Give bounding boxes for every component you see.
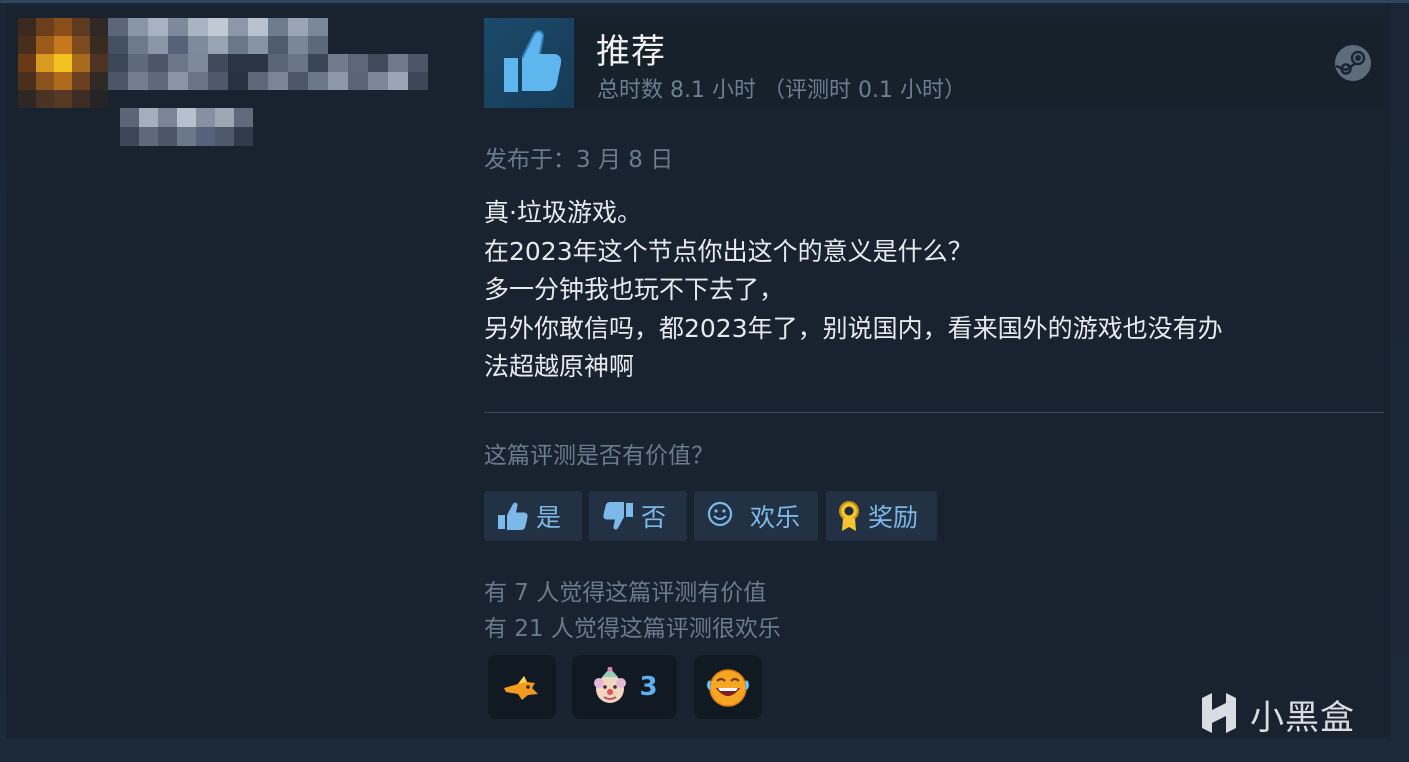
- award-button[interactable]: 奖励: [826, 491, 937, 541]
- thumbs-down-icon: [603, 502, 633, 530]
- award-ribbon-icon: [839, 501, 859, 531]
- review-line: 真·垃圾游戏。: [484, 198, 642, 227]
- vote-yes-button[interactable]: 是: [484, 491, 582, 541]
- avatar[interactable]: [18, 18, 108, 108]
- review-line: 多一分钟我也玩不下去了，: [484, 275, 785, 304]
- fox-award-icon: [504, 676, 538, 700]
- review-body: 真·垃圾游戏。 在2023年这个节点你出这个的意义是什么？ 多一分钟我也玩不下去…: [484, 194, 1364, 387]
- vote-yes-label: 是: [536, 503, 562, 532]
- divider: [484, 412, 1384, 413]
- watermark-text: 小黑盒: [1250, 697, 1355, 738]
- top-border: [0, 0, 1409, 3]
- helpful-count: 有 7 人觉得这篇评测有价值: [484, 580, 767, 606]
- award-badge[interactable]: [694, 655, 762, 719]
- award-badge[interactable]: 3: [572, 655, 677, 719]
- vote-funny-button[interactable]: 欢乐: [694, 491, 818, 541]
- smiley-icon: [707, 501, 733, 527]
- steam-icon: [1334, 44, 1372, 82]
- review-line: 在2023年这个节点你出这个的意义是什么？: [484, 236, 973, 266]
- helpful-question: 这篇评测是否有价值？: [484, 443, 714, 469]
- funny-count: 有 21 人觉得这篇评测很欢乐: [484, 616, 781, 642]
- xiaoheihe-logo-icon: [1202, 693, 1236, 733]
- laughing-face-award-icon: [707, 669, 749, 707]
- vote-no-label: 否: [641, 503, 667, 532]
- thumbs-up-icon: [498, 502, 528, 530]
- review-verdict: 推荐: [596, 32, 666, 72]
- clown-award-icon: [594, 667, 627, 703]
- vote-funny-label: 欢乐: [750, 503, 801, 532]
- vote-no-button[interactable]: 否: [589, 491, 687, 541]
- award-count: 3: [639, 672, 658, 702]
- award-label: 奖励: [868, 503, 919, 532]
- review-line: 法超越原神啊: [484, 352, 635, 381]
- review-line: 另外你敢信吗，都2023年了，别说国内，看来国外的游戏也没有办: [484, 313, 1223, 343]
- recommended-thumb-icon: [484, 18, 574, 108]
- author-reviews-blurred: [120, 108, 253, 146]
- author-info-blurred: [108, 54, 428, 90]
- hours-played: 总时数 8.1 小时 （评测时 0.1 小时）: [597, 78, 966, 103]
- award-badge[interactable]: [488, 655, 556, 719]
- author-name-blurred[interactable]: [108, 18, 328, 54]
- posted-date: 发布于：3 月 8 日: [484, 147, 674, 173]
- vote-counts: 有 7 人觉得这篇评测有价值 有 21 人觉得这篇评测很欢乐: [484, 575, 781, 647]
- xiaoheihe-watermark: 小黑盒: [1196, 686, 1355, 742]
